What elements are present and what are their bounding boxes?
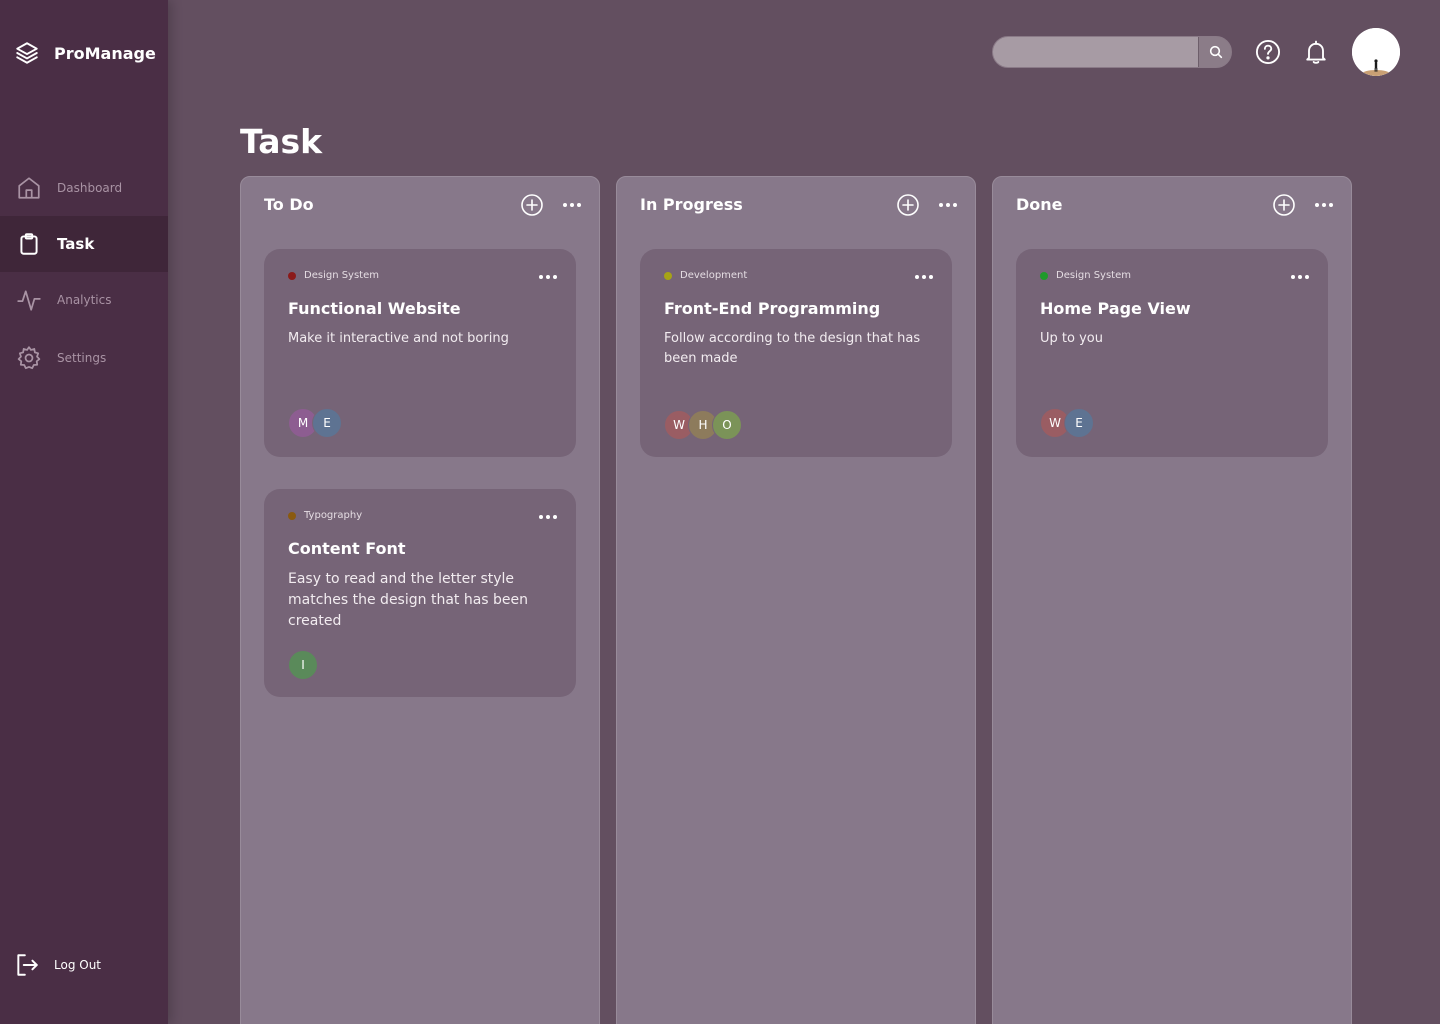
member-avatar[interactable]: E — [1064, 408, 1094, 438]
task-card[interactable]: Design System Home Page View Up to you W… — [1016, 249, 1328, 457]
tag-label: Design System — [304, 270, 379, 281]
card-description: Follow according to the design that has … — [664, 331, 921, 366]
member-avatar[interactable]: I — [288, 650, 318, 680]
tag-label: Development — [680, 270, 748, 281]
tag-dot — [288, 271, 296, 280]
logout-icon — [17, 954, 38, 976]
card-more-icon[interactable] — [536, 505, 560, 529]
column-in-progress: In Progress Development Front-End Progra… — [616, 176, 976, 1024]
activity-icon — [17, 290, 41, 311]
add-task-icon[interactable] — [520, 193, 544, 217]
layers-icon — [16, 42, 38, 64]
card-description: Up to you — [1040, 331, 1103, 346]
search-bar — [992, 36, 1232, 68]
page-title: Task — [240, 122, 323, 161]
card-description: Easy to read and the letter style matche… — [288, 571, 529, 629]
sidebar: ProManage Dashboard Task Analytics Setti… — [0, 0, 168, 1024]
column-todo: To Do Design System Functional Website M… — [240, 176, 600, 1024]
sidebar-item-label: Settings — [57, 351, 107, 365]
more-options-icon[interactable] — [1312, 193, 1336, 217]
gear-icon — [17, 346, 41, 370]
card-title: Home Page View — [1040, 299, 1191, 318]
member-avatar[interactable]: O — [712, 410, 742, 440]
card-description: Make it interactive and not boring — [288, 331, 509, 346]
sidebar-item-label: Analytics — [57, 293, 112, 307]
task-tag: Design System — [1040, 270, 1131, 281]
add-task-icon[interactable] — [896, 193, 920, 217]
sidebar-item-task[interactable]: Task — [0, 216, 168, 272]
avatar-image-icon — [1352, 28, 1400, 76]
card-title: Front-End Programming — [664, 299, 881, 318]
tag-dot — [288, 511, 296, 520]
task-card[interactable]: Development Front-End Programming Follow… — [640, 249, 952, 457]
tag-label: Design System — [1056, 270, 1131, 281]
home-icon — [18, 177, 40, 199]
search-icon — [1209, 45, 1223, 59]
sidebar-item-dashboard[interactable]: Dashboard — [0, 160, 168, 216]
add-task-icon[interactable] — [1272, 193, 1296, 217]
tag-dot — [664, 271, 672, 280]
card-more-icon[interactable] — [912, 265, 936, 289]
column-title: Done — [1016, 195, 1063, 214]
sidebar-item-settings[interactable]: Settings — [0, 330, 168, 386]
help-icon[interactable] — [1254, 38, 1282, 66]
member-avatars: M E — [288, 408, 342, 438]
column-title: To Do — [264, 195, 314, 214]
clipboard-icon — [20, 233, 38, 255]
tag-dot — [1040, 271, 1048, 280]
search-input[interactable] — [993, 37, 1199, 67]
task-tag: Typography — [288, 510, 362, 521]
brand[interactable]: ProManage — [14, 40, 156, 66]
logout-button[interactable]: Log Out — [14, 952, 101, 978]
logout-label: Log Out — [54, 958, 102, 972]
member-avatar[interactable]: E — [312, 408, 342, 438]
more-options-icon[interactable] — [936, 193, 960, 217]
member-avatars: I — [288, 650, 318, 680]
column-done: Done Design System Home Page View Up to … — [992, 176, 1352, 1024]
bell-icon[interactable] — [1302, 38, 1330, 66]
member-avatars: W E — [1040, 408, 1094, 438]
task-tag: Design System — [288, 270, 379, 281]
card-title: Functional Website — [288, 299, 461, 318]
sidebar-item-label: Task — [57, 235, 95, 253]
member-avatars: W H O — [664, 410, 742, 440]
task-card[interactable]: Typography Content Font Easy to read and… — [264, 489, 576, 697]
task-tag: Development — [664, 270, 747, 281]
sidebar-item-analytics[interactable]: Analytics — [0, 272, 168, 328]
column-title: In Progress — [640, 195, 743, 214]
more-options-icon[interactable] — [560, 193, 584, 217]
card-title: Content Font — [288, 539, 406, 558]
tag-label: Typography — [304, 510, 363, 521]
search-button[interactable] — [1200, 37, 1231, 67]
task-card[interactable]: Design System Functional Website Make it… — [264, 249, 576, 457]
card-more-icon[interactable] — [536, 265, 560, 289]
card-more-icon[interactable] — [1288, 265, 1312, 289]
brand-name: ProManage — [54, 43, 156, 63]
user-avatar[interactable] — [1352, 28, 1400, 76]
sidebar-item-label: Dashboard — [57, 181, 123, 195]
